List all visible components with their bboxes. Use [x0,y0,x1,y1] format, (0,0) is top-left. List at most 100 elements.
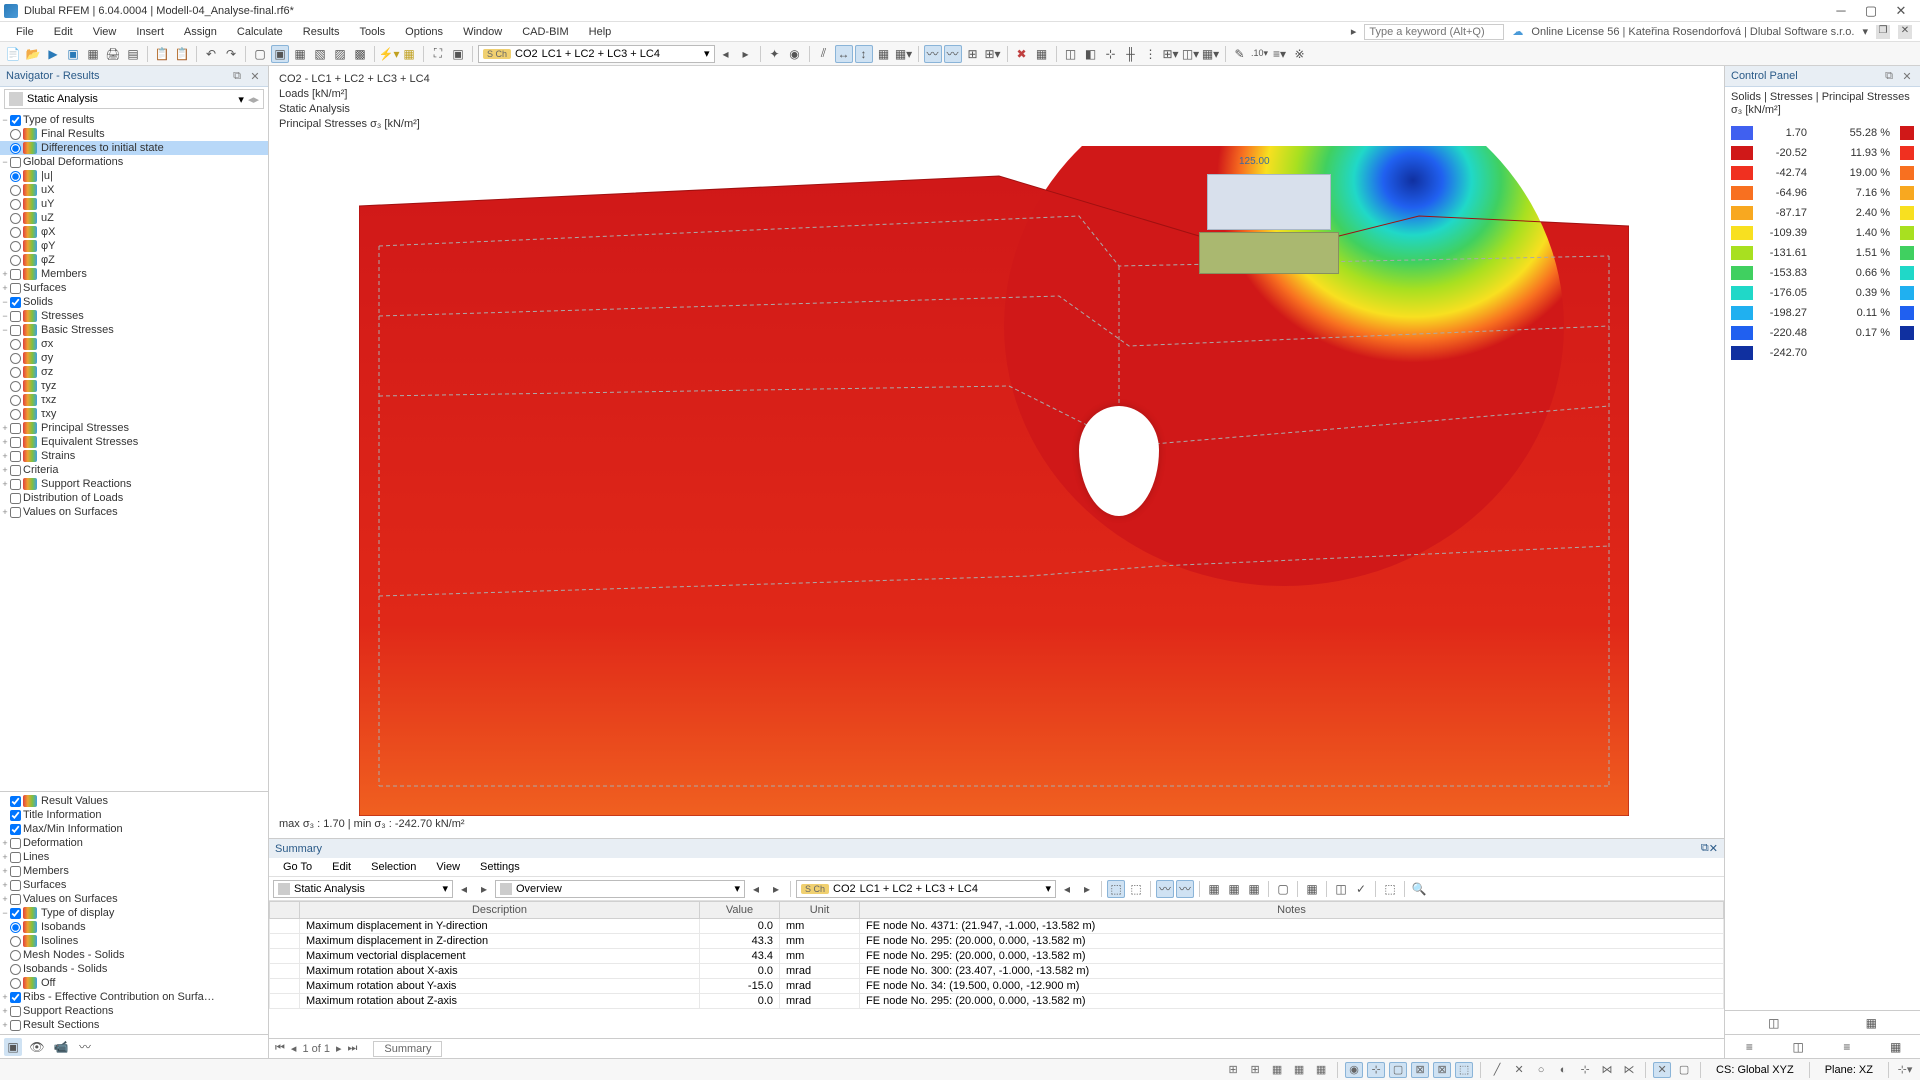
cs-label[interactable]: CS: Global XYZ [1708,1064,1802,1076]
sum-prev1[interactable]: ◂ [455,880,473,898]
tree-node[interactable]: −Solids [0,295,268,309]
tb-btn-8[interactable]: 📋 [153,45,171,63]
sb17[interactable]: ⋈ [1598,1062,1616,1078]
sum-tb12[interactable]: ⬚ [1381,880,1399,898]
tb-r4[interactable]: ↔ [835,45,853,63]
table-row[interactable]: Maximum displacement in Z-direction43.3m… [270,934,1724,949]
sb9[interactable]: ⊠ [1411,1062,1429,1078]
tree-node[interactable]: +Support Reactions [0,477,268,491]
view-btn-2[interactable]: ▣ [271,45,289,63]
tb-r6[interactable]: ▦ [875,45,893,63]
sb19[interactable]: ✕ [1653,1062,1671,1078]
sum-tb3[interactable]: 〰 [1156,880,1174,898]
menu-results[interactable]: Results [295,24,348,40]
open-button[interactable]: 📂 [24,45,42,63]
view-btn-3[interactable]: ▦ [291,45,309,63]
sb13[interactable]: ✕ [1510,1062,1528,1078]
tree-node[interactable]: −Type of display [0,906,268,920]
tree-node[interactable]: −Type of results [0,113,268,127]
cp-tb4[interactable]: ▦ [1887,1038,1905,1056]
tb-btn-c[interactable]: ⛶ [429,45,447,63]
tb-r16[interactable]: ⊹ [1102,45,1120,63]
close-button[interactable]: ✕ [1886,2,1916,20]
tree-node[interactable]: σz [0,365,268,379]
sum-prev2[interactable]: ◂ [747,880,765,898]
cpanel-pin-button[interactable]: ⧉ [1882,69,1896,83]
tree-node[interactable]: Result Values [0,794,268,808]
prev-lc-button[interactable]: ◂ [717,45,735,63]
tb-r24[interactable]: ≡▾ [1271,45,1289,63]
tree-node[interactable]: −Stresses [0,309,268,323]
menu-help[interactable]: Help [581,24,620,40]
tree-node[interactable]: +Members [0,864,268,878]
tree-node[interactable]: φX [0,225,268,239]
tree-node[interactable]: Isobands [0,920,268,934]
tb-btn-b[interactable]: ▦ [400,45,418,63]
tree-node[interactable]: +Ribs - Effective Contribution on Surfa… [0,990,268,1004]
tree-node[interactable]: τyz [0,379,268,393]
tree-node[interactable]: +Values on Surfaces [0,505,268,519]
cpanel-close-button[interactable]: ✕ [1900,69,1914,83]
panel-pin-button[interactable]: ⧉ [230,69,244,83]
tree-node[interactable]: Final Results [0,127,268,141]
menu-view[interactable]: View [85,24,125,40]
table-row[interactable]: Maximum rotation about X-axis0.0mradFE n… [270,964,1724,979]
sum-tb6[interactable]: ▦ [1225,880,1243,898]
tb-btn-d[interactable]: ▣ [449,45,467,63]
tb-r8[interactable]: 〰 [924,45,942,63]
tb-r23[interactable]: .10▾ [1251,45,1269,63]
analysis-type-combo[interactable]: Static Analysis ▾ ◂ ▸ [4,89,264,109]
table-row[interactable]: Maximum vectorial displacement43.4mmFE n… [270,949,1724,964]
tree-node[interactable]: −Basic Stresses [0,323,268,337]
sb2[interactable]: ⊞ [1246,1062,1264,1078]
menu-tools[interactable]: Tools [351,24,393,40]
tb-btn-5[interactable]: ▦ [84,45,102,63]
sum-lc-combo[interactable]: S Ch CO2 LC1 + LC2 + LC3 + LC4▾ [796,880,1056,898]
tb-r1[interactable]: ✦ [766,45,784,63]
nav-tab-4[interactable]: 〰 [76,1038,94,1056]
loadcase-combo[interactable]: S Ch CO2 LC1 + LC2 + LC3 + LC4 ▾ [478,45,715,63]
dropdown-icon[interactable]: ▾ [1862,25,1868,38]
tb-r5[interactable]: ↕ [855,45,873,63]
tb-r25[interactable]: ※ [1291,45,1309,63]
sum-tb13[interactable]: 🔍 [1410,880,1428,898]
sum-prev3[interactable]: ◂ [1058,880,1076,898]
tree-node[interactable]: Off [0,976,268,990]
sb15[interactable]: ◐ [1554,1062,1572,1078]
tb-r21[interactable]: ▦▾ [1202,45,1220,63]
next-lc-button[interactable]: ▸ [737,45,755,63]
sum-overview-combo[interactable]: Overview▾ [495,880,745,898]
table-row[interactable]: Maximum displacement in Y-direction0.0mm… [270,919,1724,934]
tree-node[interactable]: Max/Min Information [0,822,268,836]
tree-node[interactable]: +Support Reactions [0,1004,268,1018]
menu-edit[interactable]: Edit [46,24,81,40]
table-row[interactable]: Maximum rotation about Z-axis0.0mradFE n… [270,994,1724,1009]
first-page-button[interactable]: ⏮ [275,1042,285,1055]
print-button[interactable]: 🖨 [104,45,122,63]
sum-next2[interactable]: ▸ [767,880,785,898]
results-tree[interactable]: −Type of resultsFinal ResultsDifferences… [0,111,268,791]
cp-tb3[interactable]: ≡ [1838,1038,1856,1056]
sb6[interactable]: ◉ [1345,1062,1363,1078]
tb-r10[interactable]: ⊞ [964,45,982,63]
sum-view[interactable]: View [428,860,468,874]
sb18[interactable]: ⋉ [1620,1062,1638,1078]
tree-node[interactable]: Differences to initial state [0,141,268,155]
doc-close-button[interactable]: ✕ [1898,25,1912,39]
tb-r17[interactable]: ╫ [1122,45,1140,63]
sum-tb2[interactable]: ⬚ [1127,880,1145,898]
sum-goto[interactable]: Go To [275,860,320,874]
tb-r20[interactable]: ◫▾ [1182,45,1200,63]
sum-tb4[interactable]: 〰 [1176,880,1194,898]
doc-restore-button[interactable]: ❐ [1876,25,1890,39]
view-btn-6[interactable]: ▩ [351,45,369,63]
sb14[interactable]: ○ [1532,1062,1550,1078]
next-page-button[interactable]: ▸ [336,1042,342,1055]
sum-edit[interactable]: Edit [324,860,359,874]
menu-assign[interactable]: Assign [176,24,225,40]
sb11[interactable]: ⬚ [1455,1062,1473,1078]
tb-btn-a[interactable]: ⚡▾ [380,45,398,63]
view-btn-1[interactable]: ▢ [251,45,269,63]
sum-tb1[interactable]: ⬚ [1107,880,1125,898]
sb20[interactable]: ▢ [1675,1062,1693,1078]
